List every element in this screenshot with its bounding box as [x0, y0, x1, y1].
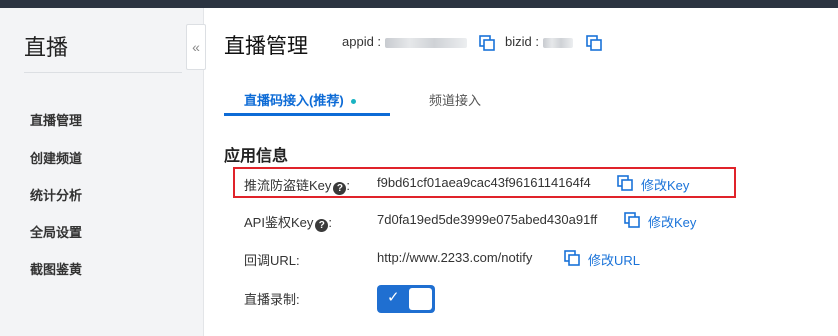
sidebar-item-global-settings[interactable]: 全局设置 — [30, 222, 82, 241]
tab-label: 直播码接入(推荐) — [244, 93, 344, 108]
api-key-label: API鉴权Key?: — [244, 212, 332, 232]
copy-icon[interactable] — [586, 35, 602, 51]
sidebar-item-live-management[interactable]: 直播管理 — [30, 110, 82, 129]
tab-live-code-access[interactable]: 直播码接入(推荐) — [244, 90, 356, 109]
page-title: 直播管理 — [224, 35, 308, 58]
copy-icon[interactable] — [617, 175, 633, 191]
appid-label: appid : — [342, 34, 382, 49]
tab-bar: 直播码接入(推荐) 频道接入 — [224, 86, 838, 116]
sidebar-item-screenshot-moderation[interactable]: 截图鉴黄 — [30, 259, 82, 278]
callback-url-label: 回调URL: — [244, 253, 300, 268]
active-dot-icon — [350, 99, 356, 105]
help-icon[interactable]: ? — [315, 219, 329, 232]
sidebar-divider — [24, 72, 182, 73]
live-recording-label: 直播录制: — [244, 292, 300, 307]
section-title: 应用信息 — [224, 148, 289, 165]
push-key-label-text: 推流防盗链Key — [244, 178, 332, 193]
sidebar-item-statistics[interactable]: 统计分析 — [30, 185, 82, 204]
copy-icon[interactable] — [479, 35, 495, 51]
check-icon: ✓ — [387, 289, 400, 306]
live-recording-toggle[interactable]: ✓ — [377, 285, 435, 313]
active-tab-indicator — [224, 113, 390, 116]
collapse-sidebar-button[interactable]: « — [186, 24, 206, 70]
bizid-field: bizid : — [505, 34, 573, 49]
copy-icon[interactable] — [564, 250, 580, 266]
copy-icon[interactable] — [624, 212, 640, 228]
push-key-value: f9bd61cf01aea9cac43f9616114164f4 — [377, 175, 591, 190]
modify-push-key-link[interactable]: 修改Key — [641, 175, 689, 194]
sidebar-title: 直播 — [24, 35, 69, 60]
tab-channel-access[interactable]: 频道接入 — [429, 90, 481, 109]
bizid-label: bizid : — [505, 34, 539, 49]
top-bar — [0, 0, 838, 8]
colon: : — [328, 215, 332, 230]
push-key-label: 推流防盗链Key?: — [244, 175, 350, 195]
sidebar: 直播 直播管理 创建频道 统计分析 全局设置 截图鉴黄 — [0, 8, 204, 336]
toggle-knob — [409, 288, 432, 310]
appid-field: appid : — [342, 34, 467, 49]
bizid-value-masked — [542, 37, 573, 48]
colon: : — [346, 178, 351, 193]
api-key-value: 7d0fa19ed5de3999e075abed430a91ff — [377, 212, 598, 227]
help-icon[interactable]: ? — [333, 182, 347, 195]
callback-url-value: http://www.2233.com/notify — [377, 250, 533, 265]
modify-url-link[interactable]: 修改URL — [588, 250, 640, 269]
appid-value-masked — [384, 37, 467, 48]
api-key-label-text: API鉴权Key — [244, 215, 314, 230]
sidebar-item-create-channel[interactable]: 创建频道 — [30, 148, 82, 167]
modify-api-key-link[interactable]: 修改Key — [648, 212, 696, 231]
